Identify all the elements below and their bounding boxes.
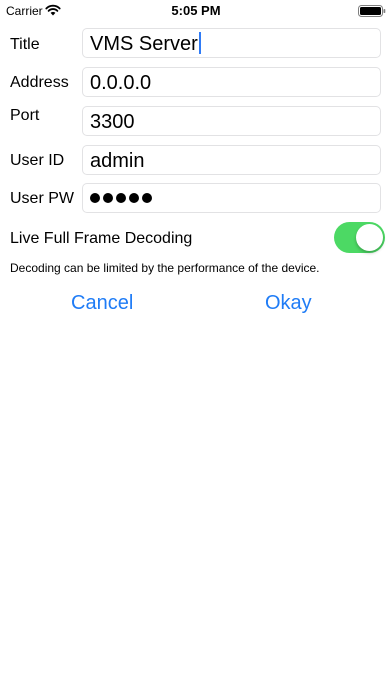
title-value: VMS Server xyxy=(90,33,198,55)
port-row: Port 3300 xyxy=(0,106,392,136)
decoding-note: Decoding can be limited by the performan… xyxy=(10,261,320,275)
address-row: Address 0.0.0.0 xyxy=(0,67,392,97)
user-id-row: User ID admin xyxy=(0,145,392,175)
status-time: 5:05 PM xyxy=(171,3,221,18)
toggle-knob xyxy=(356,224,383,251)
user-pw-label: User PW xyxy=(10,190,74,207)
port-value: 3300 xyxy=(90,111,135,133)
user-id-value: admin xyxy=(90,150,145,172)
port-field[interactable]: 3300 xyxy=(82,106,381,136)
password-dot xyxy=(142,193,152,203)
address-field[interactable]: 0.0.0.0 xyxy=(82,67,381,97)
port-label: Port xyxy=(10,107,40,124)
password-dot xyxy=(103,193,113,203)
password-dot xyxy=(116,193,126,203)
user-id-label: User ID xyxy=(10,152,65,169)
address-value: 0.0.0.0 xyxy=(90,72,152,94)
user-id-field[interactable]: admin xyxy=(82,145,381,175)
address-label: Address xyxy=(10,74,69,91)
decoding-label: Live Full Frame Decoding xyxy=(10,230,193,247)
title-row: Title VMS Server xyxy=(0,28,392,58)
password-mask xyxy=(90,193,152,203)
decoding-toggle[interactable] xyxy=(334,222,385,253)
password-dot xyxy=(90,193,100,203)
user-pw-row: User PW xyxy=(0,183,392,213)
cancel-button[interactable]: Cancel xyxy=(71,291,133,315)
status-bar: Carrier 5:05 PM xyxy=(0,0,392,22)
password-dot xyxy=(129,193,139,203)
title-field[interactable]: VMS Server xyxy=(82,28,381,58)
battery-icon xyxy=(358,5,386,17)
text-caret xyxy=(198,32,201,54)
title-label: Title xyxy=(10,36,40,53)
user-pw-field[interactable] xyxy=(82,183,381,213)
okay-button[interactable]: Okay xyxy=(265,291,312,315)
